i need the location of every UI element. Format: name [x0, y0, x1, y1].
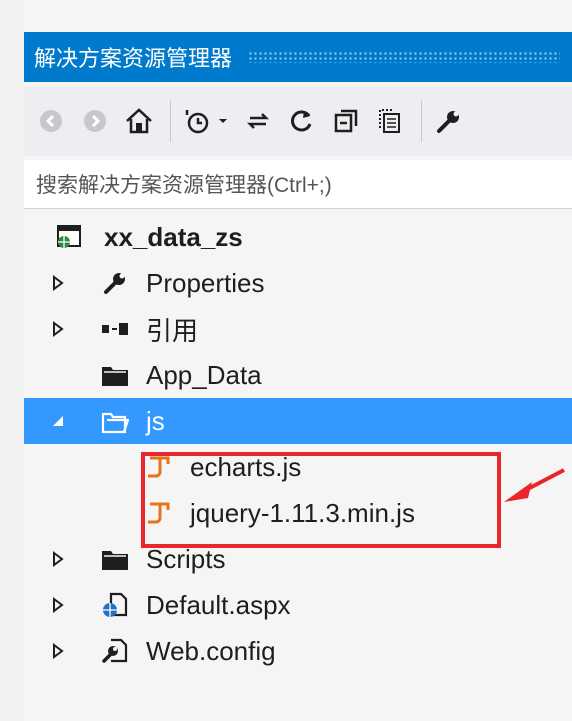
pending-changes-button[interactable]: [181, 104, 215, 138]
expand-arrow-icon[interactable]: [50, 641, 66, 661]
solution-explorer-panel: 解决方案资源管理器 搜索解决方案资源管理器(Ctrl+;) xx_data_zs…: [24, 0, 572, 721]
properties-wrench-icon: [437, 111, 459, 133]
open-folder-icon: [100, 406, 130, 436]
project-name: xx_data_zs: [104, 221, 243, 252]
forward-icon: [84, 110, 106, 132]
search-placeholder: 搜索解决方案资源管理器(Ctrl+;): [36, 174, 332, 197]
properties-button[interactable]: [432, 104, 466, 138]
collapse-all-icon: [334, 109, 358, 133]
aspx-file-icon: [100, 590, 130, 620]
pending-changes-icon: [185, 110, 209, 134]
tree-item-label: Default.aspx: [146, 589, 291, 620]
pending-changes-dropdown[interactable]: [215, 104, 231, 138]
search-box[interactable]: 搜索解决方案资源管理器(Ctrl+;): [24, 160, 572, 209]
title-bar-grip[interactable]: [248, 51, 560, 63]
collapse-all-button[interactable]: [329, 104, 363, 138]
expand-arrow-icon[interactable]: [50, 273, 66, 293]
collapse-arrow-icon[interactable]: [50, 411, 66, 431]
web-project-icon: [54, 222, 84, 252]
refresh-icon: [291, 110, 312, 132]
back-button[interactable]: [34, 104, 68, 138]
refresh-button[interactable]: [285, 104, 319, 138]
highlight-box: [141, 452, 501, 548]
sync-button[interactable]: [241, 104, 275, 138]
toolbar-separator: [421, 100, 422, 142]
tree-item-references[interactable]: 引用: [24, 306, 572, 352]
dropdown-caret-icon: [219, 119, 227, 123]
sync-icon: [246, 113, 270, 129]
tree-item-properties[interactable]: Properties: [24, 260, 572, 306]
tree-item-label: App_Data: [146, 359, 262, 390]
references-icon: [100, 314, 130, 344]
expand-arrow-icon[interactable]: [50, 549, 66, 569]
home-icon: [126, 108, 152, 134]
folder-icon: [100, 544, 130, 574]
panel-title: 解决方案资源管理器: [34, 46, 233, 71]
back-icon: [40, 110, 62, 132]
tree-item-js-folder[interactable]: js: [24, 398, 572, 444]
forward-button[interactable]: [78, 104, 112, 138]
tree-item-project[interactable]: xx_data_zs: [24, 214, 572, 260]
background-window-strip: [0, 0, 24, 721]
tree-item-label: Scripts: [146, 543, 226, 574]
tree-item-label: 引用: [146, 315, 199, 346]
home-button[interactable]: [122, 104, 156, 138]
show-all-files-icon: [379, 109, 400, 133]
tree-item-web-config[interactable]: Web.config: [24, 628, 572, 674]
solution-tree: xx_data_zs Properties 引用 App_Data js ech…: [24, 214, 572, 674]
config-file-icon: [100, 636, 130, 666]
annotation-arrow-icon: [504, 468, 565, 502]
tree-item-default-aspx[interactable]: Default.aspx: [24, 582, 572, 628]
folder-icon: [100, 360, 130, 390]
title-bar[interactable]: 解决方案资源管理器: [24, 32, 572, 82]
wrench-icon: [100, 268, 130, 298]
tree-item-label: js: [146, 405, 165, 436]
expand-arrow-icon[interactable]: [50, 319, 66, 339]
tree-item-label: Web.config: [146, 635, 276, 666]
toolbar: [24, 86, 572, 156]
show-all-files-button[interactable]: [373, 104, 407, 138]
tree-item-app-data[interactable]: App_Data: [24, 352, 572, 398]
expand-arrow-icon[interactable]: [50, 595, 66, 615]
toolbar-separator: [170, 100, 171, 142]
tree-item-label: Properties: [146, 267, 265, 298]
